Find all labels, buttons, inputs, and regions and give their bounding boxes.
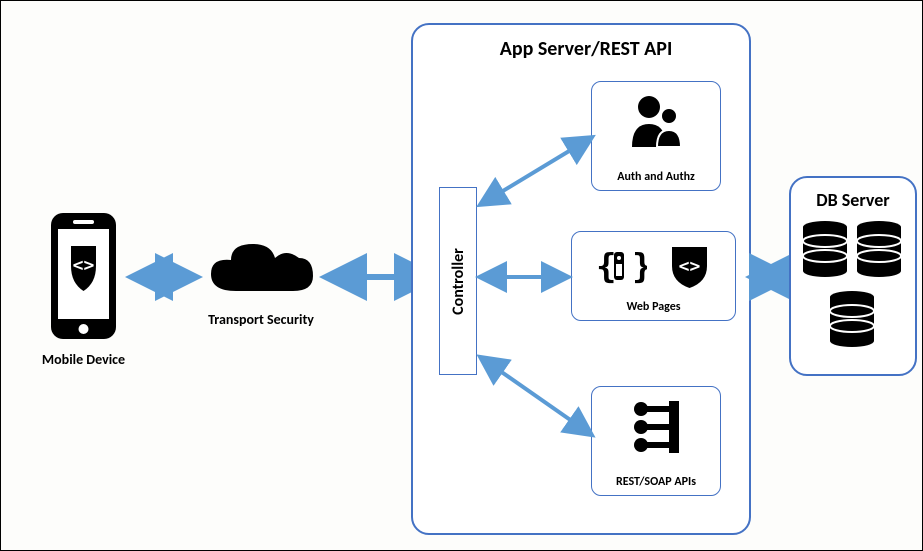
- controller-box: Controller: [439, 187, 477, 375]
- svg-text:<>: <>: [73, 255, 95, 276]
- rest-soap-label: REST/SOAP APIs: [592, 475, 720, 489]
- code-shield-icon: <>: [667, 244, 712, 289]
- svg-text:<>: <>: [679, 256, 701, 277]
- web-pages-label: Web Pages: [572, 300, 735, 314]
- web-pages-box: { } <> Web Pages: [571, 231, 736, 321]
- api-connector-icon: [627, 397, 687, 457]
- db-cylinders-icon: [799, 216, 907, 366]
- arrow-controller-rest: [477, 351, 597, 441]
- appserver-title: App Server/REST API: [471, 37, 701, 61]
- mobile-device-label: Mobile Device: [21, 351, 146, 368]
- svg-text:}: }: [632, 247, 647, 287]
- braces-icon: { }: [592, 244, 647, 289]
- transport-security-label: Transport Security: [186, 311, 336, 328]
- auth-authz-label: Auth and Authz: [592, 170, 720, 184]
- rest-soap-box: REST/SOAP APIs: [591, 386, 721, 496]
- cloud-icon: [201, 236, 321, 306]
- arrow-mobile-cloud: [129, 267, 199, 287]
- mobile-device-icon: <>: [41, 211, 126, 341]
- arrow-controller-auth: [477, 131, 597, 211]
- arrow-controller-web: [477, 267, 572, 287]
- arrow-appserver-db: [751, 267, 791, 287]
- svg-text:{: {: [596, 247, 616, 287]
- db-server-title: DB Server: [794, 189, 912, 211]
- people-icon: [627, 92, 687, 152]
- auth-authz-box: Auth and Authz: [591, 81, 721, 191]
- controller-label: Controller: [449, 248, 468, 315]
